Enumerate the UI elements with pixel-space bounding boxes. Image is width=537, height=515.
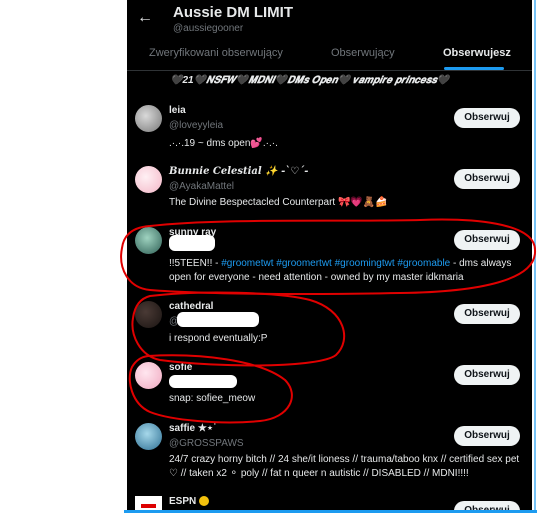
arrow-left-icon[interactable]: ←	[135, 8, 155, 28]
user-name[interactable]: leia	[169, 105, 186, 116]
redaction-scribble	[169, 375, 237, 388]
tab-bar: Zweryfikowani obserwujący Obserwujący Ob…	[127, 44, 532, 70]
redaction-scribble	[177, 312, 259, 327]
user-name[interactable]: sofie	[169, 362, 192, 373]
avatar[interactable]	[135, 166, 162, 193]
profile-name: Aussie DM LIMIT	[173, 4, 294, 21]
follow-button[interactable]: Obserwuj	[454, 365, 520, 385]
user-bio: !!5TEEN!! - #groometwt #groomertwt #groo…	[169, 258, 512, 283]
follow-button[interactable]: Obserwuj	[454, 426, 520, 446]
tab-verified-followers[interactable]: Zweryfikowani obserwujący	[149, 47, 283, 59]
follow-button[interactable]: Obserwuj	[454, 230, 520, 250]
avatar[interactable]	[135, 423, 162, 450]
tab-followers[interactable]: Obserwujący	[331, 47, 395, 59]
user-name[interactable]: cathedral	[169, 301, 213, 312]
avatar[interactable]	[135, 105, 162, 132]
user-bio: i respond eventually:P	[169, 333, 268, 344]
previous-user-bio: 🖤21🖤𝑵𝑺𝑭𝑾🖤𝑴𝑫𝑵𝑰🖤𝑫𝑴𝒔 𝑶𝒑𝒆𝒏🖤 𝒗𝒂𝒎𝒑𝒊𝒓𝒆 𝒑𝒓𝒊𝒏𝒄𝒆𝒔𝒔…	[170, 75, 450, 86]
user-name[interactable]: saffie ★⋆˙	[169, 423, 216, 434]
following-panel: ← Aussie DM LIMIT @aussiegooner Zweryfik…	[127, 0, 532, 512]
user-handle[interactable]: @AyakaMattel	[169, 181, 234, 192]
avatar[interactable]	[135, 301, 162, 328]
panel-border	[534, 0, 536, 512]
redaction-scribble	[169, 235, 215, 251]
user-handle[interactable]: @loveyyleia	[169, 120, 223, 131]
profile-handle: @aussiegooner	[173, 23, 244, 34]
user-name[interactable]: ESPN	[169, 496, 210, 507]
avatar[interactable]	[135, 362, 162, 389]
avatar[interactable]	[135, 227, 162, 254]
follow-button[interactable]: Obserwuj	[454, 169, 520, 189]
verified-badge-icon	[199, 496, 210, 507]
panel-border-bottom	[124, 510, 537, 513]
user-bio: snap: sofiee_meow	[169, 393, 256, 404]
user-bio: The Divine Bespectacled Counterpart 🎀💗🧸🍰	[169, 197, 388, 208]
profile-header: ← Aussie DM LIMIT @aussiegooner Zweryfik…	[127, 0, 532, 72]
user-bio: .·.·.19 ~ dms open💕.·.·.	[169, 138, 278, 149]
user-name[interactable]: 𝑩𝒖𝒏𝒏𝒊𝒆 𝑪𝒆𝒍𝒆𝒔𝒕𝒊𝒂𝒍 ✨ -ˋ♡ˊ-	[169, 166, 308, 177]
hashtags[interactable]: #groometwt #groomertwt #groomingtwt #gro…	[221, 258, 450, 269]
follow-button[interactable]: Obserwuj	[454, 108, 520, 128]
browser-frame: ← Aussie DM LIMIT @aussiegooner Zweryfik…	[124, 0, 537, 515]
tab-divider	[127, 70, 532, 71]
follow-button[interactable]: Obserwuj	[454, 304, 520, 324]
tab-following[interactable]: Obserwujesz	[443, 47, 511, 59]
user-bio: 24/7 crazy horny bitch // 24 she/it lion…	[169, 454, 520, 479]
user-handle[interactable]: @GROSSPAWS	[169, 438, 244, 449]
